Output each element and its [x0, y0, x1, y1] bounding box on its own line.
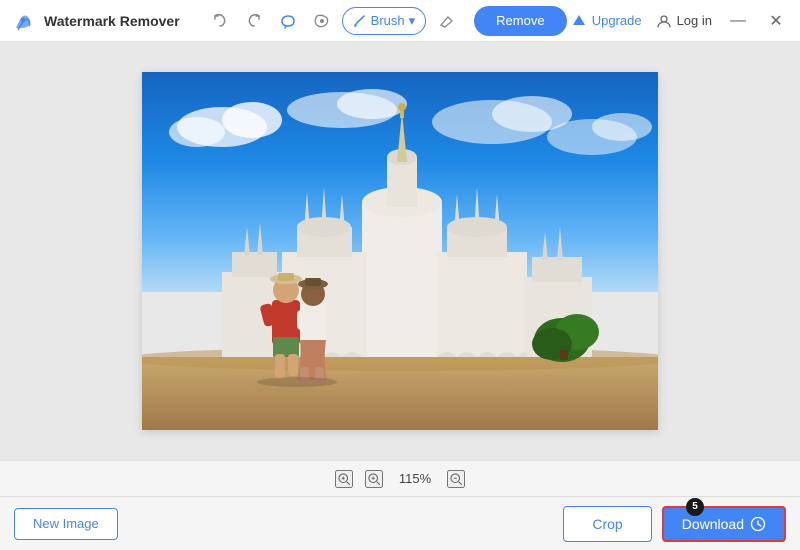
main-canvas-area [0, 42, 800, 460]
brush-chevron: ▾ [409, 13, 416, 29]
action-right: 5 Crop Download [563, 506, 786, 542]
titlebar: Watermark Remover [0, 0, 800, 42]
image-container[interactable] [142, 72, 658, 430]
upgrade-icon [571, 13, 587, 29]
lasso-tool-button[interactable] [274, 7, 302, 35]
zoom-in-button[interactable] [365, 470, 383, 488]
redo-button[interactable] [240, 7, 268, 35]
remove-button[interactable]: Remove [474, 6, 566, 36]
paint-tool-button[interactable] [308, 7, 336, 35]
close-button[interactable]: ✕ [764, 9, 788, 33]
upgrade-button[interactable]: Upgrade [571, 13, 642, 29]
user-icon [656, 13, 672, 29]
app-title: Watermark Remover [44, 13, 180, 29]
new-image-button[interactable]: New Image [14, 508, 118, 540]
zoom-out-button[interactable] [447, 470, 465, 488]
minimize-button[interactable]: — [726, 9, 750, 33]
eraser-tool-button[interactable] [432, 7, 460, 35]
brush-label: Brush [371, 13, 405, 28]
titlebar-left: Watermark Remover [12, 6, 567, 36]
zoom-level-display: 115% [395, 471, 435, 486]
notification-badge: 5 [686, 498, 704, 516]
titlebar-right: Upgrade Log in — ✕ [571, 9, 788, 33]
crop-button[interactable]: Crop [563, 506, 651, 542]
brush-tool-button[interactable]: Brush ▾ [342, 7, 427, 35]
zoom-bar: 115% [0, 460, 800, 496]
toolbar-icons: Brush ▾ Remove [206, 6, 567, 36]
login-button[interactable]: Log in [656, 13, 712, 29]
download-button[interactable]: Download [662, 506, 786, 542]
reset-zoom-button[interactable] [335, 470, 353, 488]
clock-icon [750, 516, 766, 532]
action-bar: New Image 5 Crop Download [0, 496, 800, 550]
scene-image [142, 72, 658, 430]
app-logo-icon [12, 10, 34, 32]
undo-button[interactable] [206, 7, 234, 35]
